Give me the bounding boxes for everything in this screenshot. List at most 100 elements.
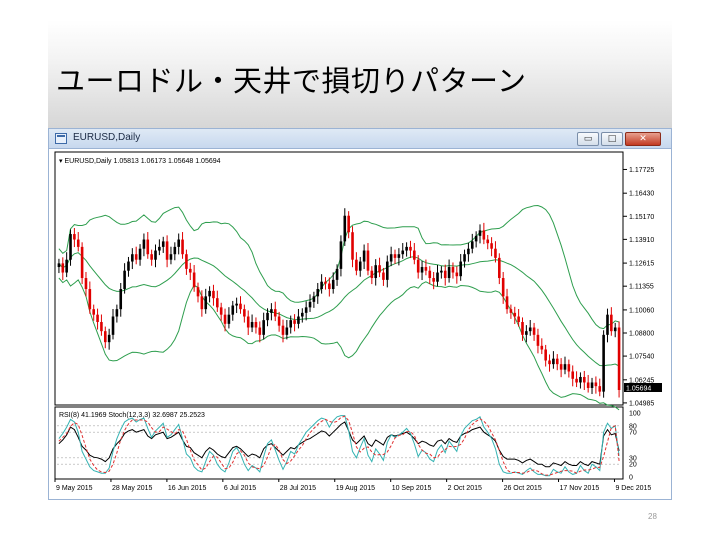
candle-body [100, 322, 103, 332]
candle-body [119, 289, 123, 310]
time-tick-label: 17 Nov 2015 [560, 485, 600, 492]
candle-body [501, 278, 505, 297]
candle-body [459, 261, 462, 277]
candle-body [606, 314, 609, 335]
candle-body [196, 287, 200, 297]
candle-body [451, 267, 455, 273]
candle-body [339, 241, 343, 269]
candle-body [312, 296, 316, 302]
time-axis: 9 May 2015 28 May 2015 16 Jun 2015 6 Jul 20… [54, 479, 651, 492]
candle-body [586, 382, 590, 388]
candle-body [343, 215, 347, 242]
candle-body [362, 250, 366, 262]
indicator-axis: 100807030200 [629, 411, 641, 482]
candle-body [409, 246, 412, 251]
candle-body [138, 248, 142, 260]
indicator-panel-header: RSI(8) 41.1969 Stoch(12,3,3) 32.6987 25.… [59, 412, 205, 419]
candle-body [111, 316, 115, 335]
candle-body [575, 378, 578, 383]
price-tick-label: 1.15170 [629, 214, 654, 221]
candle-body [61, 263, 65, 273]
price-panel-header: ▾ EURUSD,Daily 1.05813 1.06173 1.05648 1… [59, 158, 221, 165]
candle-body [374, 265, 377, 279]
candle-body [482, 230, 486, 240]
candle-body [382, 272, 385, 280]
time-tick-label: 2 Oct 2015 [448, 485, 482, 492]
time-tick-label: 9 Dec 2015 [615, 485, 651, 492]
candle-body [505, 296, 509, 310]
price-axis: 1.17725 1.16430 1.15170 1.13910 1.12615 1.113… [623, 167, 654, 407]
candle-body [420, 267, 424, 273]
candle-body [134, 254, 138, 260]
candle-body [610, 314, 613, 332]
candle-body [131, 254, 134, 262]
candle-body [316, 289, 320, 297]
candle-body [571, 371, 575, 379]
price-tick-label: 1.10060 [629, 307, 654, 314]
candle-body [544, 349, 547, 361]
candle-body [277, 316, 281, 326]
candle-body [293, 320, 296, 324]
candle-body [123, 270, 126, 290]
candle-body [583, 376, 586, 383]
candle-body [258, 327, 262, 335]
candle-body [250, 322, 254, 328]
candle-body [188, 268, 192, 273]
candle-body [455, 272, 459, 277]
page-number: 28 [648, 512, 657, 521]
candle-body [223, 314, 227, 324]
candle-body [227, 314, 231, 324]
chart-window[interactable]: EURUSD,Daily ▭ □ ✕ 1.17725 1.16430 1.15170… [48, 128, 672, 500]
candle-body [204, 296, 208, 310]
time-tick-label: 10 Sep 2015 [392, 485, 432, 492]
candle-body [246, 316, 250, 328]
candle-body [177, 239, 180, 247]
candle-body [428, 270, 432, 279]
candle-body [301, 312, 304, 317]
candle-body [297, 316, 300, 324]
time-tick-label: 19 Aug 2015 [336, 485, 375, 492]
slide-title: ユーロドル・天井で損切りパターン [56, 64, 527, 98]
candle-body [521, 322, 524, 335]
candle-body [613, 327, 617, 332]
indicator-tick-label: 100 [629, 411, 641, 418]
candle-body [385, 261, 389, 280]
candle-body [142, 239, 146, 249]
candle-body [536, 334, 540, 346]
candle-body [378, 265, 381, 273]
candle-body [146, 239, 150, 255]
candle-body [103, 331, 107, 343]
candle-body [443, 270, 447, 279]
candle-body [331, 279, 335, 290]
candle-body [598, 386, 602, 392]
candle-body [154, 250, 157, 260]
candle-body [107, 334, 111, 343]
candle-body [416, 259, 420, 273]
candle-body [559, 364, 563, 370]
candle-body [169, 254, 173, 260]
indicator-tick-label: 70 [629, 430, 637, 437]
candle-body [181, 239, 184, 255]
candle-body [401, 250, 405, 255]
candle-body [308, 301, 312, 308]
candle-body [555, 358, 559, 365]
time-tick-label: 9 May 2015 [56, 485, 93, 492]
candle-body [358, 261, 362, 271]
candle-body [602, 334, 605, 392]
candle-body [304, 307, 308, 313]
candle-body [73, 234, 76, 240]
price-tick-label: 1.12615 [629, 261, 654, 268]
candle-body [563, 364, 567, 370]
candle-body [351, 232, 354, 260]
candle-body [532, 327, 536, 335]
candle-body [579, 376, 582, 383]
candle-body [320, 281, 323, 290]
time-tick-label: 6 Jul 2015 [224, 485, 256, 492]
candle-body [397, 254, 401, 258]
candle-body [447, 267, 451, 279]
candle-body [185, 254, 188, 269]
time-tick-label: 26 Oct 2015 [504, 485, 542, 492]
candle-body [208, 290, 211, 297]
candle-body [57, 263, 61, 268]
candle-body [161, 241, 165, 247]
